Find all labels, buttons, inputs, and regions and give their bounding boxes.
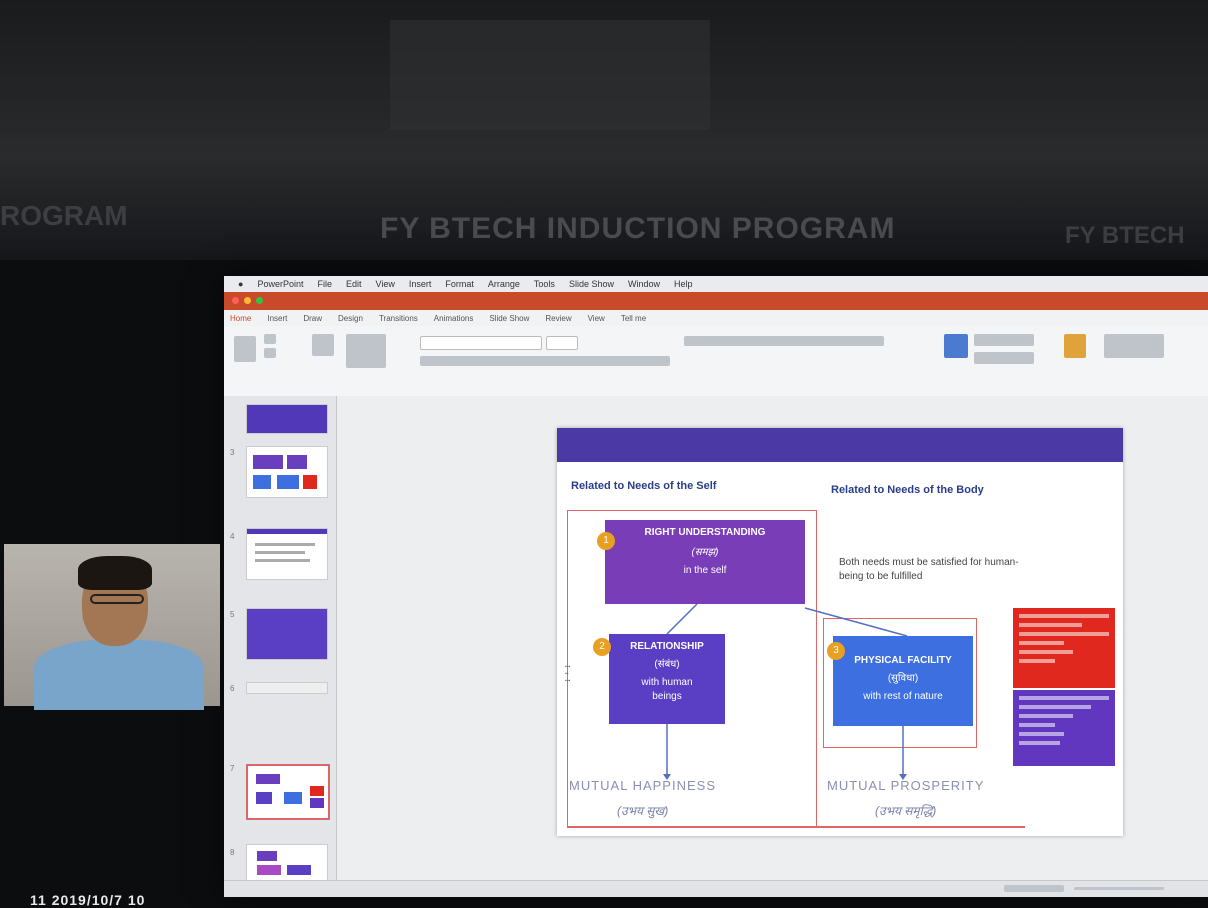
tab-draw[interactable]: Draw [303,314,322,323]
slide-number: 3 [230,448,235,457]
apple-icon[interactable]: ● [238,279,243,289]
side-small-labels: ▪▪▪ ▪▪ ▪▪▪ [565,664,571,684]
presenter-glasses [90,594,144,604]
purple-side-panel [1013,690,1115,766]
picture-icon[interactable] [944,334,968,358]
mac-menubar: ● PowerPoint File Edit View Insert Forma… [224,276,1208,292]
box-title: RIGHT UNDERSTANDING [644,527,766,538]
room-decor [390,20,710,130]
menu-item[interactable]: Edit [346,279,362,289]
mutual-prosperity-label: MUTUAL PROSPERITY [827,778,985,793]
slide-thumbnail[interactable] [246,446,328,498]
font-name-select[interactable] [420,336,542,350]
minimize-window-button[interactable] [244,297,251,304]
ribbon-toolbar [224,326,1208,397]
maximize-window-button[interactable] [256,297,263,304]
close-window-button[interactable] [232,297,239,304]
layout-options[interactable] [346,334,386,368]
banner-text: FY BTECH INDUCTION PROGRAM [380,212,896,245]
menu-item[interactable]: Format [445,279,474,289]
box-detail: with human [641,677,693,688]
window-titlebar [224,292,1208,310]
tab-slide-show[interactable]: Slide Show [489,314,529,323]
arrange-icon[interactable] [1064,334,1086,358]
paragraph-buttons[interactable] [684,336,884,346]
slide-thumbnail[interactable] [246,404,328,434]
step-number-badge: 2 [593,638,611,656]
tell-me-search[interactable]: Tell me [621,314,646,323]
box-title: RELATIONSHIP [630,641,704,652]
slide-thumbnail[interactable] [246,682,328,694]
box-detail: beings [652,691,682,702]
menu-item[interactable]: Slide Show [569,279,614,289]
box-subtitle: (समझ) [691,547,719,558]
tab-insert[interactable]: Insert [267,314,287,323]
slide-number: 6 [230,684,235,693]
slide-thumbnail-selected[interactable] [246,764,330,820]
red-side-panel [1013,608,1115,688]
slide-thumbnail[interactable] [246,608,328,660]
slide-number: 8 [230,848,235,857]
menu-item[interactable]: Arrange [488,279,520,289]
mutual-prosperity-hindi: (उभय समृद्धि) [875,804,937,818]
textbox-button[interactable] [974,352,1034,364]
slide-thumbnail-pane: 3 4 5 6 7 8 [224,396,337,896]
box-detail: with rest of nature [863,691,943,702]
slide-thumbnail[interactable] [246,528,328,580]
banner-left-text: ROGRAM [0,200,128,231]
box-subtitle: (सुविधा) [887,673,919,684]
copy-icon[interactable] [264,348,276,358]
menu-item[interactable]: Insert [409,279,432,289]
box-title: PHYSICAL FACILITY [854,655,952,666]
menu-item[interactable]: View [376,279,395,289]
mutual-happiness-label: MUTUAL HAPPINESS [569,778,716,793]
font-formatting-buttons[interactable] [420,356,670,366]
new-slide-button[interactable] [312,334,334,356]
box-subtitle: (संबंध) [654,659,680,670]
menu-item[interactable]: PowerPoint [257,279,303,289]
banner-right-text: FY BTECH [1065,222,1185,249]
presenter-shirt [34,640,204,710]
paste-button[interactable] [234,336,256,362]
view-buttons[interactable] [1004,885,1064,892]
laptop-screen: ● PowerPoint File Edit View Insert Forma… [224,276,1208,897]
step-number-badge: 1 [597,532,615,550]
relationship-box: RELATIONSHIP (संबंध) with human beings [609,634,725,724]
physical-facility-box: PHYSICAL FACILITY (सुविधा) with rest of … [833,636,973,726]
step-number-badge: 3 [827,642,845,660]
menu-item[interactable]: Help [674,279,693,289]
mutual-happiness-hindi: (उभय सुख) [617,804,669,818]
menu-item[interactable]: Tools [534,279,555,289]
box-detail: in the self [683,565,727,576]
zoom-slider[interactable] [1074,887,1164,890]
font-size-select[interactable] [546,336,578,350]
slide[interactable]: Related to Needs of the Self Related to … [557,428,1123,836]
tab-home[interactable]: Home [230,314,251,323]
slide-number: 7 [230,764,235,773]
slide-number: 5 [230,610,235,619]
ribbon-tabs: Home Insert Draw Design Transitions Anim… [224,310,1208,326]
tab-animations[interactable]: Animations [434,314,474,323]
cut-icon[interactable] [264,334,276,344]
quick-styles-button[interactable] [1104,334,1164,358]
frame-bottom-line [567,826,1025,828]
tab-transitions[interactable]: Transitions [379,314,418,323]
right-understanding-box: RIGHT UNDERSTANDING (समझ) in the self [605,520,805,604]
menu-item[interactable]: Window [628,279,660,289]
slide-canvas: Related to Needs of the Self Related to … [337,396,1208,896]
shapes-button[interactable] [974,334,1034,346]
status-bar [224,880,1208,897]
slide-number: 4 [230,532,235,541]
menu-item[interactable]: File [317,279,332,289]
tab-review[interactable]: Review [545,314,571,323]
webcam-feed [4,544,220,710]
presenter-hair [78,556,152,590]
needs-note: Both needs must be satisfied for human-b… [839,557,1019,582]
tab-design[interactable]: Design [338,314,363,323]
tab-view[interactable]: View [588,314,605,323]
